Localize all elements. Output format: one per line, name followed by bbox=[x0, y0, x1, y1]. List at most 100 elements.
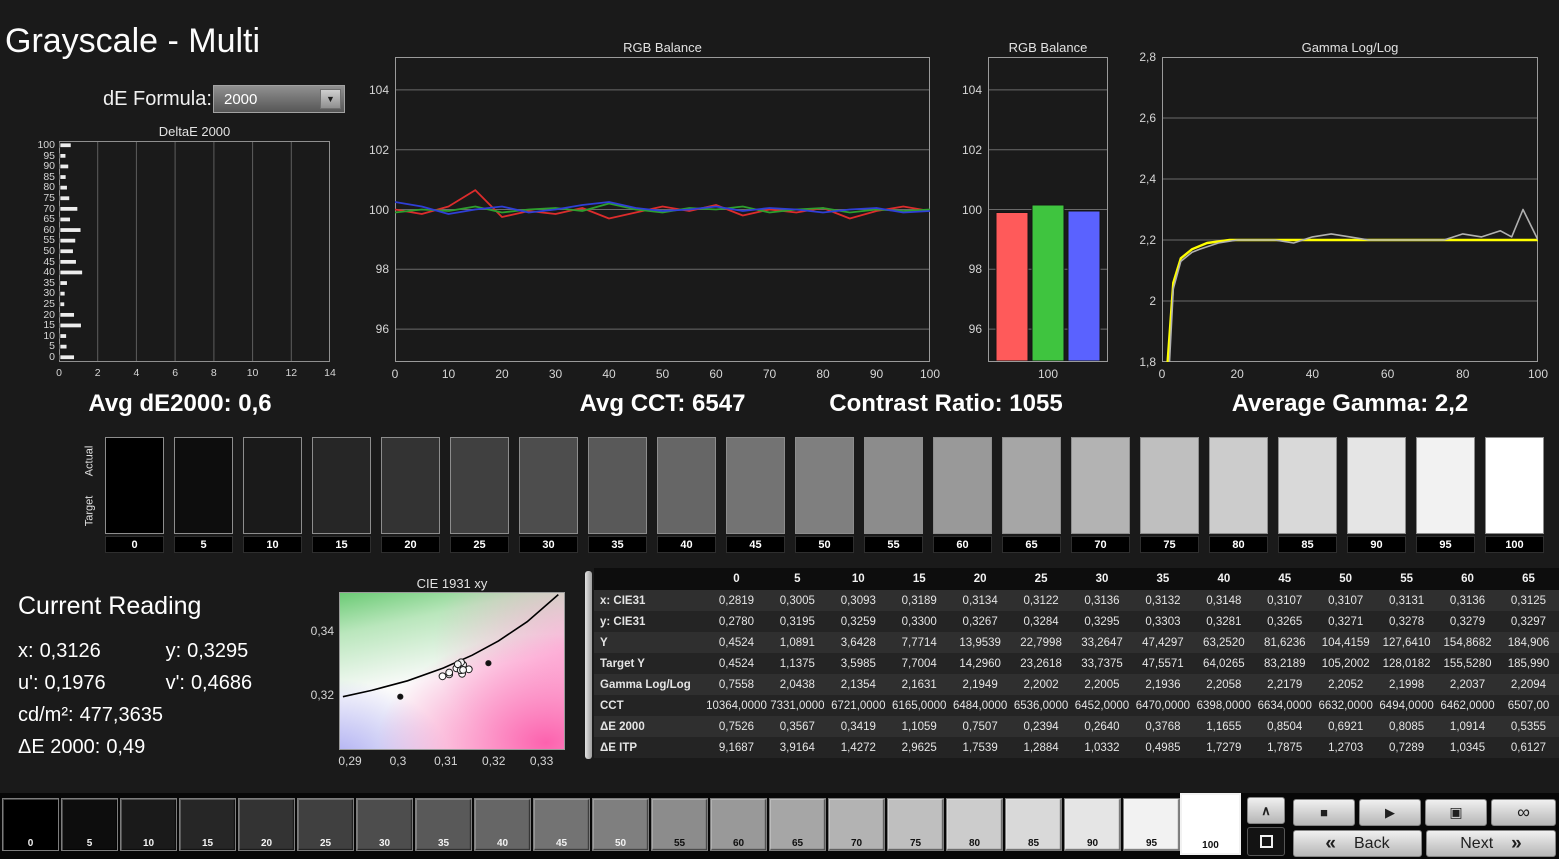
pattern-level-label: 40 bbox=[496, 838, 509, 849]
expand-up-button[interactable]: ∧ bbox=[1247, 797, 1285, 824]
table-row: y: CIE31 0,2780 0,3195 0,3259 0,3300 0,3267 0,… bbox=[594, 611, 1559, 632]
pattern-swatch-button-100[interactable]: 100 bbox=[1182, 795, 1239, 853]
pattern-swatch-button-80[interactable]: 80 bbox=[946, 798, 1003, 851]
axis-tick-label: 60 bbox=[1380, 367, 1395, 381]
table-cell: 0,3281 bbox=[1206, 615, 1242, 628]
single-measure-button[interactable]: ▣ bbox=[1425, 799, 1487, 826]
axis-tick-label: 4 bbox=[133, 367, 140, 379]
pattern-swatch-button-75[interactable]: 75 bbox=[887, 798, 944, 851]
swatch-color bbox=[1071, 437, 1130, 534]
pattern-swatch-button-15[interactable]: 15 bbox=[179, 798, 236, 851]
table-cell: 1,7875 bbox=[1267, 741, 1303, 754]
swatch-color bbox=[450, 437, 509, 534]
table-cell: 2,2037 bbox=[1449, 678, 1486, 691]
table-cell: 6494,0000 bbox=[1379, 699, 1434, 712]
pattern-swatch-button-70[interactable]: 70 bbox=[828, 798, 885, 851]
table-cell: 0,3122 bbox=[1023, 594, 1059, 607]
axis-tick-label: 10 bbox=[441, 367, 456, 381]
pattern-level-label: 90 bbox=[1086, 838, 1099, 849]
pattern-swatch-button-30[interactable]: 30 bbox=[356, 798, 413, 851]
table-cell: 14,2960 bbox=[959, 657, 1001, 670]
axis-tick-label: 8 bbox=[210, 367, 217, 379]
chevron-down-icon: ▼ bbox=[320, 89, 341, 109]
measurement-table-container: 0 5 10 15 20 25 30 35 40 45 50 55 60 65 x: CIE31 0,2819… bbox=[594, 568, 1559, 762]
table-cell: 0,3567 bbox=[779, 720, 815, 733]
table-cell: 1,1059 bbox=[901, 720, 937, 733]
axis-tick-label: 0,33 bbox=[529, 754, 554, 768]
play-button[interactable]: ▶ bbox=[1359, 799, 1421, 826]
stop-button[interactable]: ■ bbox=[1293, 799, 1355, 826]
swatch-color bbox=[519, 437, 578, 534]
pattern-swatch-button-40[interactable]: 40 bbox=[474, 798, 531, 851]
table-cell: 2,2005 bbox=[1084, 678, 1120, 691]
rgb-balance-bar-chart-title: RGB Balance bbox=[1008, 40, 1088, 55]
continuous-measure-button[interactable]: ∞ bbox=[1491, 799, 1556, 826]
swatch-color bbox=[312, 437, 371, 534]
axis-tick-label: 104 bbox=[368, 82, 389, 97]
pattern-swatch-button-10[interactable]: 10 bbox=[120, 798, 177, 851]
current-reading-luminance-row: cd/m²: 477,3635 bbox=[18, 699, 308, 731]
window-pattern-button[interactable] bbox=[1247, 827, 1285, 856]
axis-tick-label: 100 bbox=[1037, 367, 1059, 381]
axis-tick-label: 90 bbox=[869, 367, 884, 381]
table-cell: 154,8682 bbox=[1443, 636, 1492, 649]
table-scrollbar[interactable] bbox=[585, 571, 592, 759]
pattern-level-label: 55 bbox=[673, 838, 686, 849]
swatch-color bbox=[657, 437, 716, 534]
pattern-swatch-button-55[interactable]: 55 bbox=[651, 798, 708, 851]
pattern-swatch-button-35[interactable]: 35 bbox=[415, 798, 472, 851]
table-cell: 6632,0000 bbox=[1318, 699, 1373, 712]
table-cell: 0,3107 bbox=[1328, 594, 1364, 607]
table-cell: 13,9539 bbox=[959, 636, 1001, 649]
pattern-swatch-button-25[interactable]: 25 bbox=[297, 798, 354, 851]
swatch-color bbox=[1140, 437, 1199, 534]
axis-tick-label: 40 bbox=[602, 367, 616, 381]
swatch-color bbox=[105, 437, 164, 534]
grayscale-swatch-35: 35 bbox=[588, 437, 647, 553]
pattern-level-label: 45 bbox=[555, 838, 568, 849]
pattern-swatch-button-95[interactable]: 95 bbox=[1123, 798, 1180, 851]
table-cell: 3,5985 bbox=[840, 657, 876, 670]
table-row: CCT 10364,0000 7331,0000 6721,0000 6165,0000… bbox=[594, 695, 1559, 716]
table-cell: 1,1655 bbox=[1206, 720, 1242, 733]
axis-tick-label: 0 bbox=[1158, 367, 1166, 381]
swatch-level-label: 40 bbox=[657, 536, 716, 553]
table-cell: 1,2884 bbox=[1023, 741, 1059, 754]
table-cell: 0,3419 bbox=[840, 720, 876, 733]
pattern-level-label: 5 bbox=[86, 838, 93, 849]
table-cell: 2,2179 bbox=[1267, 678, 1303, 691]
pattern-swatch-button-5[interactable]: 5 bbox=[61, 798, 118, 851]
swatch-level-label: 60 bbox=[933, 536, 992, 553]
pattern-swatch-button-0[interactable]: 0 bbox=[2, 798, 59, 851]
grayscale-swatch-45: 45 bbox=[726, 437, 785, 553]
pattern-swatch-button-85[interactable]: 85 bbox=[1005, 798, 1062, 851]
table-cell: 3,6428 bbox=[840, 636, 876, 649]
pattern-level-label: 25 bbox=[319, 838, 332, 849]
table-row-label: ΔE 2000 bbox=[600, 720, 645, 733]
y-label: y: bbox=[165, 640, 182, 662]
back-button[interactable]: « Back bbox=[1293, 830, 1422, 857]
table-cell: 2,2052 bbox=[1328, 678, 1364, 691]
pattern-swatch-button-20[interactable]: 20 bbox=[238, 798, 295, 851]
table-row-label: y: CIE31 bbox=[600, 615, 646, 628]
axis-tick-label: 96 bbox=[375, 322, 389, 337]
de-formula-dropdown[interactable]: 2000 ▼ bbox=[213, 85, 345, 113]
axis-tick-label: 0,29 bbox=[338, 754, 362, 768]
table-cell: 47,4297 bbox=[1142, 636, 1184, 649]
page-title: Grayscale - Multi bbox=[5, 22, 261, 60]
table-cell: 0,3195 bbox=[779, 615, 815, 628]
table-cell: 1,4272 bbox=[840, 741, 876, 754]
pattern-swatch-button-65[interactable]: 65 bbox=[769, 798, 826, 851]
pattern-swatch-button-50[interactable]: 50 bbox=[592, 798, 649, 851]
next-button[interactable]: Next » bbox=[1426, 830, 1556, 857]
grayscale-swatch-75: 75 bbox=[1140, 437, 1199, 553]
axis-tick-label: 100 bbox=[368, 202, 389, 217]
pattern-swatch-button-60[interactable]: 60 bbox=[710, 798, 767, 851]
pattern-swatch-button-90[interactable]: 90 bbox=[1064, 798, 1121, 851]
table-cell: 0,3148 bbox=[1206, 594, 1242, 607]
table-cell: 6398,0000 bbox=[1196, 699, 1252, 712]
pattern-swatch-button-45[interactable]: 45 bbox=[533, 798, 590, 851]
strip-actual-label: Actual bbox=[83, 445, 96, 477]
axis-tick-label: 14 bbox=[324, 367, 336, 379]
swatch-level-label: 55 bbox=[864, 536, 923, 553]
